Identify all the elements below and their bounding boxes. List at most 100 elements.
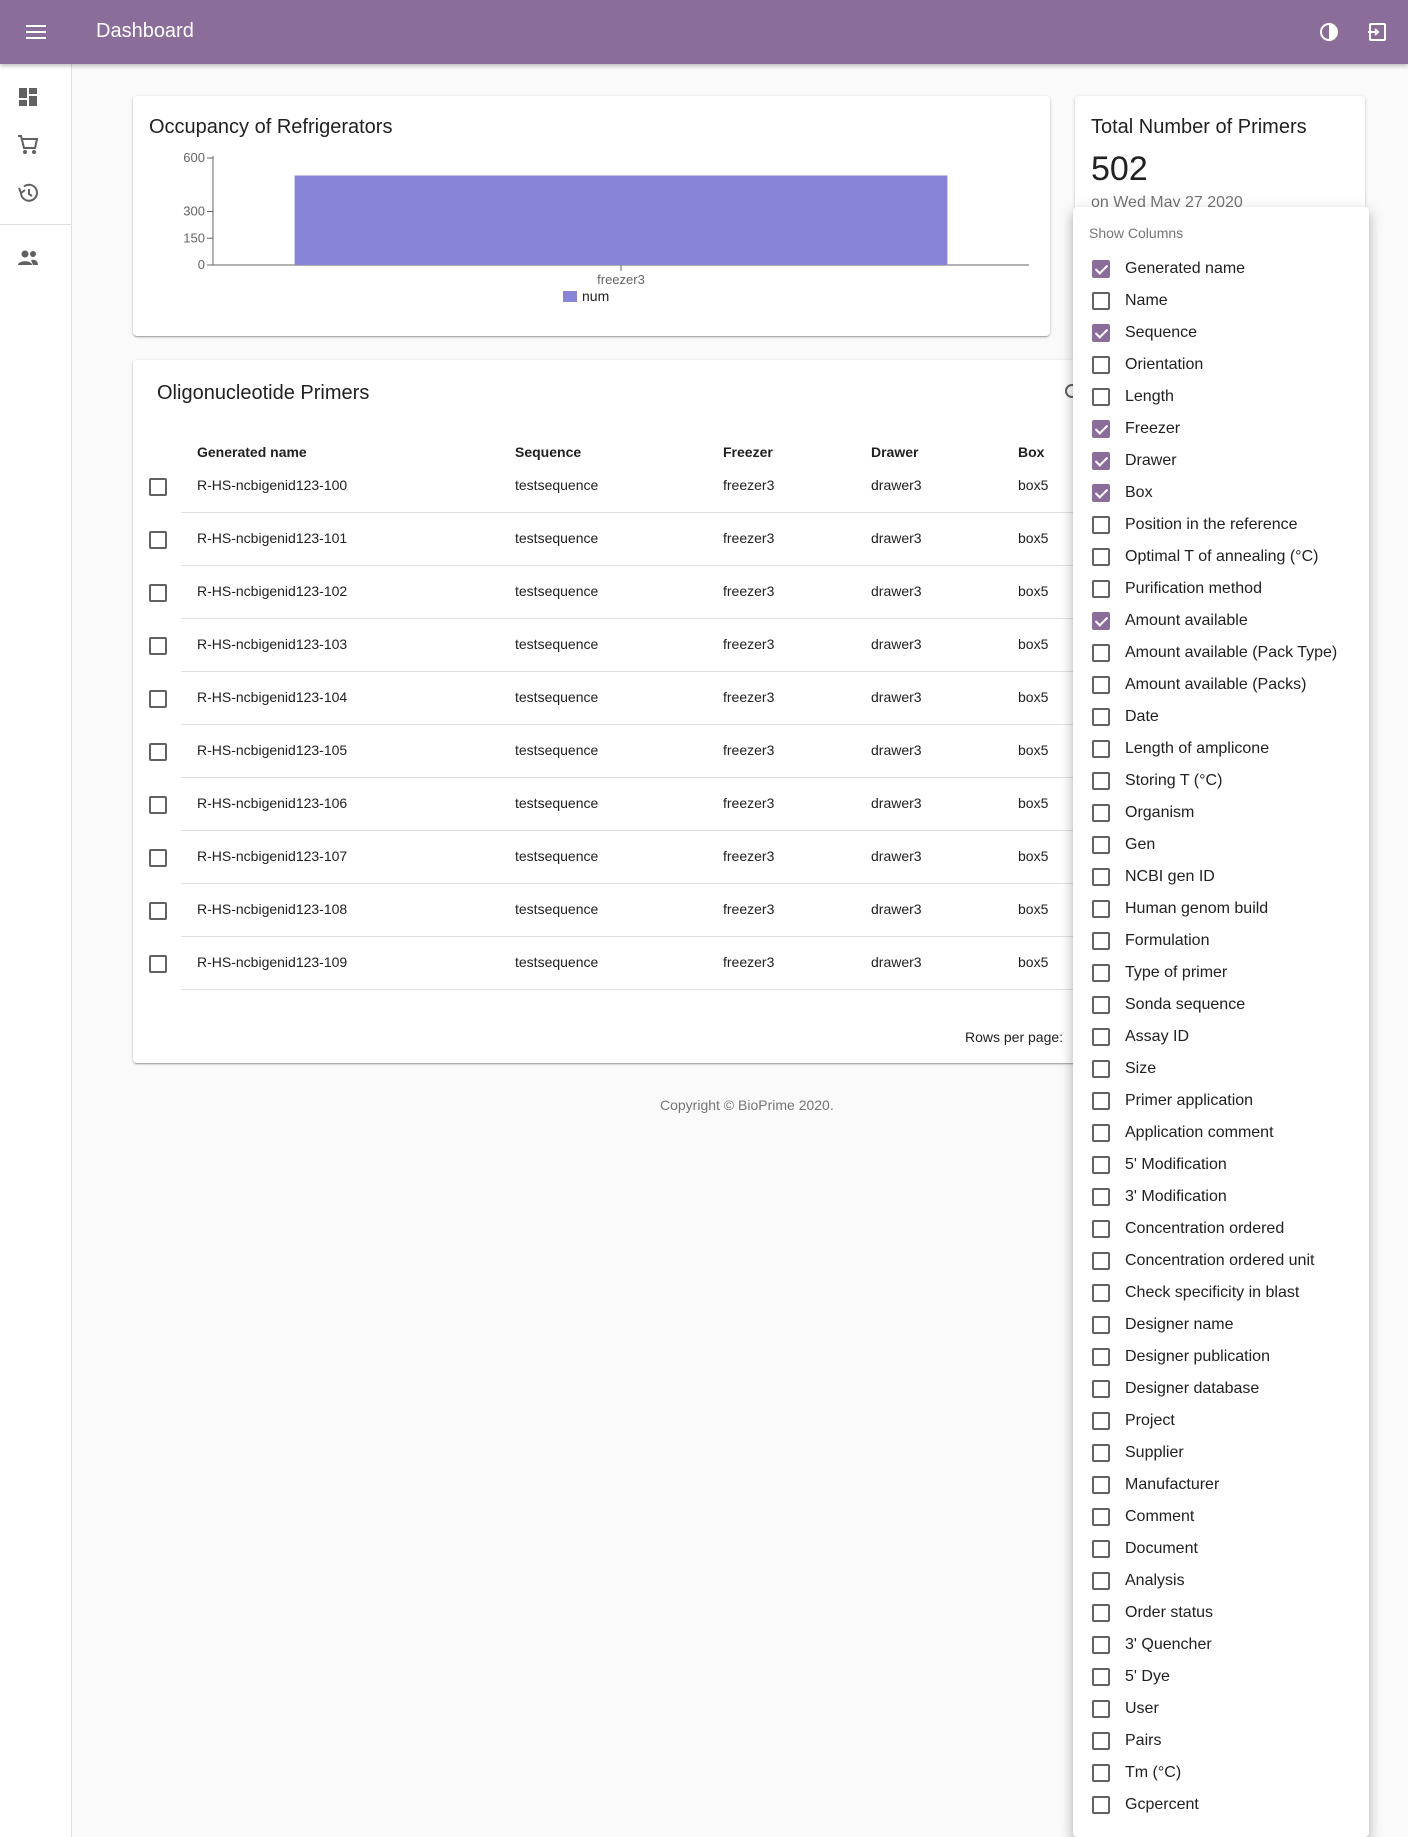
column-toggle-item[interactable]: Manufacturer xyxy=(1073,1469,1369,1501)
column-toggle-checkbox[interactable] xyxy=(1092,1060,1110,1078)
row-checkbox[interactable] xyxy=(149,584,167,602)
column-toggle-checkbox[interactable] xyxy=(1092,260,1110,278)
column-toggle-item[interactable]: Length xyxy=(1073,381,1369,413)
history-icon[interactable] xyxy=(14,179,42,207)
column-toggle-checkbox[interactable] xyxy=(1092,548,1110,566)
column-toggle-item[interactable]: Optimal T of annealing (°C) xyxy=(1073,541,1369,573)
column-toggle-checkbox[interactable] xyxy=(1092,580,1110,598)
column-toggle-checkbox[interactable] xyxy=(1092,1508,1110,1526)
column-toggle-item[interactable]: Assay ID xyxy=(1073,1021,1369,1053)
column-toggle-item[interactable]: Order status xyxy=(1073,1597,1369,1629)
column-toggle-item[interactable]: NCBI gen ID xyxy=(1073,861,1369,893)
column-toggle-checkbox[interactable] xyxy=(1092,1348,1110,1366)
column-toggle-item[interactable]: Date xyxy=(1073,701,1369,733)
column-toggle-item[interactable]: Designer name xyxy=(1073,1309,1369,1341)
row-checkbox[interactable] xyxy=(149,849,167,867)
column-toggle-item[interactable]: 3' Quencher xyxy=(1073,1629,1369,1661)
column-toggle-checkbox[interactable] xyxy=(1092,1476,1110,1494)
column-toggle-checkbox[interactable] xyxy=(1092,1316,1110,1334)
column-toggle-checkbox[interactable] xyxy=(1092,740,1110,758)
column-toggle-checkbox[interactable] xyxy=(1092,772,1110,790)
column-toggle-item[interactable]: Concentration ordered unit xyxy=(1073,1245,1369,1277)
column-toggle-item[interactable]: Amount available (Pack Type) xyxy=(1073,637,1369,669)
column-toggle-item[interactable]: 5' Modification xyxy=(1073,1149,1369,1181)
column-toggle-checkbox[interactable] xyxy=(1092,900,1110,918)
column-toggle-item[interactable]: Gen xyxy=(1073,829,1369,861)
column-toggle-item[interactable]: Organism xyxy=(1073,797,1369,829)
column-toggle-item[interactable]: Human genom build xyxy=(1073,893,1369,925)
column-toggle-checkbox[interactable] xyxy=(1092,292,1110,310)
column-toggle-item[interactable]: Comment xyxy=(1073,1501,1369,1533)
column-header-box[interactable]: Box xyxy=(1018,444,1044,460)
column-toggle-checkbox[interactable] xyxy=(1092,708,1110,726)
column-header-sequence[interactable]: Sequence xyxy=(515,444,581,460)
column-toggle-checkbox[interactable] xyxy=(1092,1668,1110,1686)
column-header-drawer[interactable]: Drawer xyxy=(871,444,918,460)
column-toggle-item[interactable]: Check specificity in blast xyxy=(1073,1277,1369,1309)
column-toggle-checkbox[interactable] xyxy=(1092,1028,1110,1046)
column-toggle-item[interactable]: Position in the reference xyxy=(1073,509,1369,541)
column-toggle-checkbox[interactable] xyxy=(1092,1700,1110,1718)
row-checkbox[interactable] xyxy=(149,955,167,973)
row-checkbox[interactable] xyxy=(149,637,167,655)
column-toggle-item[interactable]: 3' Modification xyxy=(1073,1181,1369,1213)
column-toggle-checkbox[interactable] xyxy=(1092,1220,1110,1238)
column-toggle-item[interactable]: Primer application xyxy=(1073,1085,1369,1117)
column-toggle-item[interactable]: 5' Dye xyxy=(1073,1661,1369,1693)
column-toggle-item[interactable]: Amount available (Packs) xyxy=(1073,669,1369,701)
column-toggle-item[interactable]: Amount available xyxy=(1073,605,1369,637)
column-toggle-checkbox[interactable] xyxy=(1092,868,1110,886)
column-toggle-checkbox[interactable] xyxy=(1092,1604,1110,1622)
column-toggle-item[interactable]: Tm (°C) xyxy=(1073,1757,1369,1789)
column-toggle-checkbox[interactable] xyxy=(1092,964,1110,982)
column-toggle-item[interactable]: Name xyxy=(1073,285,1369,317)
column-toggle-checkbox[interactable] xyxy=(1092,1764,1110,1782)
column-toggle-checkbox[interactable] xyxy=(1092,1156,1110,1174)
column-toggle-item[interactable]: Formulation xyxy=(1073,925,1369,957)
column-toggle-checkbox[interactable] xyxy=(1092,1188,1110,1206)
column-toggle-item[interactable]: Analysis xyxy=(1073,1565,1369,1597)
column-toggle-item[interactable]: Gcpercent xyxy=(1073,1789,1369,1821)
column-toggle-item[interactable]: Purification method xyxy=(1073,573,1369,605)
row-checkbox[interactable] xyxy=(149,743,167,761)
column-toggle-checkbox[interactable] xyxy=(1092,516,1110,534)
column-toggle-item[interactable]: Drawer xyxy=(1073,445,1369,477)
column-toggle-checkbox[interactable] xyxy=(1092,1252,1110,1270)
column-toggle-item[interactable]: Project xyxy=(1073,1405,1369,1437)
column-toggle-item[interactable]: User xyxy=(1073,1693,1369,1725)
row-checkbox[interactable] xyxy=(149,796,167,814)
users-icon[interactable] xyxy=(14,244,42,272)
column-toggle-checkbox[interactable] xyxy=(1092,356,1110,374)
column-toggle-checkbox[interactable] xyxy=(1092,1412,1110,1430)
column-toggle-checkbox[interactable] xyxy=(1092,1124,1110,1142)
column-toggle-checkbox[interactable] xyxy=(1092,1380,1110,1398)
column-toggle-item[interactable]: Length of amplicone xyxy=(1073,733,1369,765)
contrast-icon[interactable] xyxy=(1316,19,1342,45)
column-toggle-checkbox[interactable] xyxy=(1092,1540,1110,1558)
column-toggle-item[interactable]: Freezer xyxy=(1073,413,1369,445)
column-toggle-item[interactable]: Sonda sequence xyxy=(1073,989,1369,1021)
column-toggle-checkbox[interactable] xyxy=(1092,1444,1110,1462)
dashboard-icon[interactable] xyxy=(14,83,42,111)
column-toggle-checkbox[interactable] xyxy=(1092,1092,1110,1110)
column-toggle-checkbox[interactable] xyxy=(1092,676,1110,694)
column-toggle-item[interactable]: Document xyxy=(1073,1533,1369,1565)
column-header-freezer[interactable]: Freezer xyxy=(723,444,773,460)
column-toggle-item[interactable]: Generated name xyxy=(1073,253,1369,285)
column-toggle-checkbox[interactable] xyxy=(1092,612,1110,630)
column-toggle-checkbox[interactable] xyxy=(1092,836,1110,854)
column-toggle-checkbox[interactable] xyxy=(1092,1636,1110,1654)
column-toggle-checkbox[interactable] xyxy=(1092,1732,1110,1750)
column-toggle-checkbox[interactable] xyxy=(1092,452,1110,470)
column-toggle-checkbox[interactable] xyxy=(1092,932,1110,950)
column-toggle-item[interactable]: Designer database xyxy=(1073,1373,1369,1405)
column-toggle-checkbox[interactable] xyxy=(1092,324,1110,342)
column-toggle-checkbox[interactable] xyxy=(1092,804,1110,822)
row-checkbox[interactable] xyxy=(149,902,167,920)
column-toggle-item[interactable]: Storing T (°C) xyxy=(1073,765,1369,797)
row-checkbox[interactable] xyxy=(149,478,167,496)
column-toggle-item[interactable]: Size xyxy=(1073,1053,1369,1085)
column-toggle-item[interactable]: Pairs xyxy=(1073,1725,1369,1757)
menu-icon[interactable] xyxy=(22,20,50,44)
row-checkbox[interactable] xyxy=(149,690,167,708)
